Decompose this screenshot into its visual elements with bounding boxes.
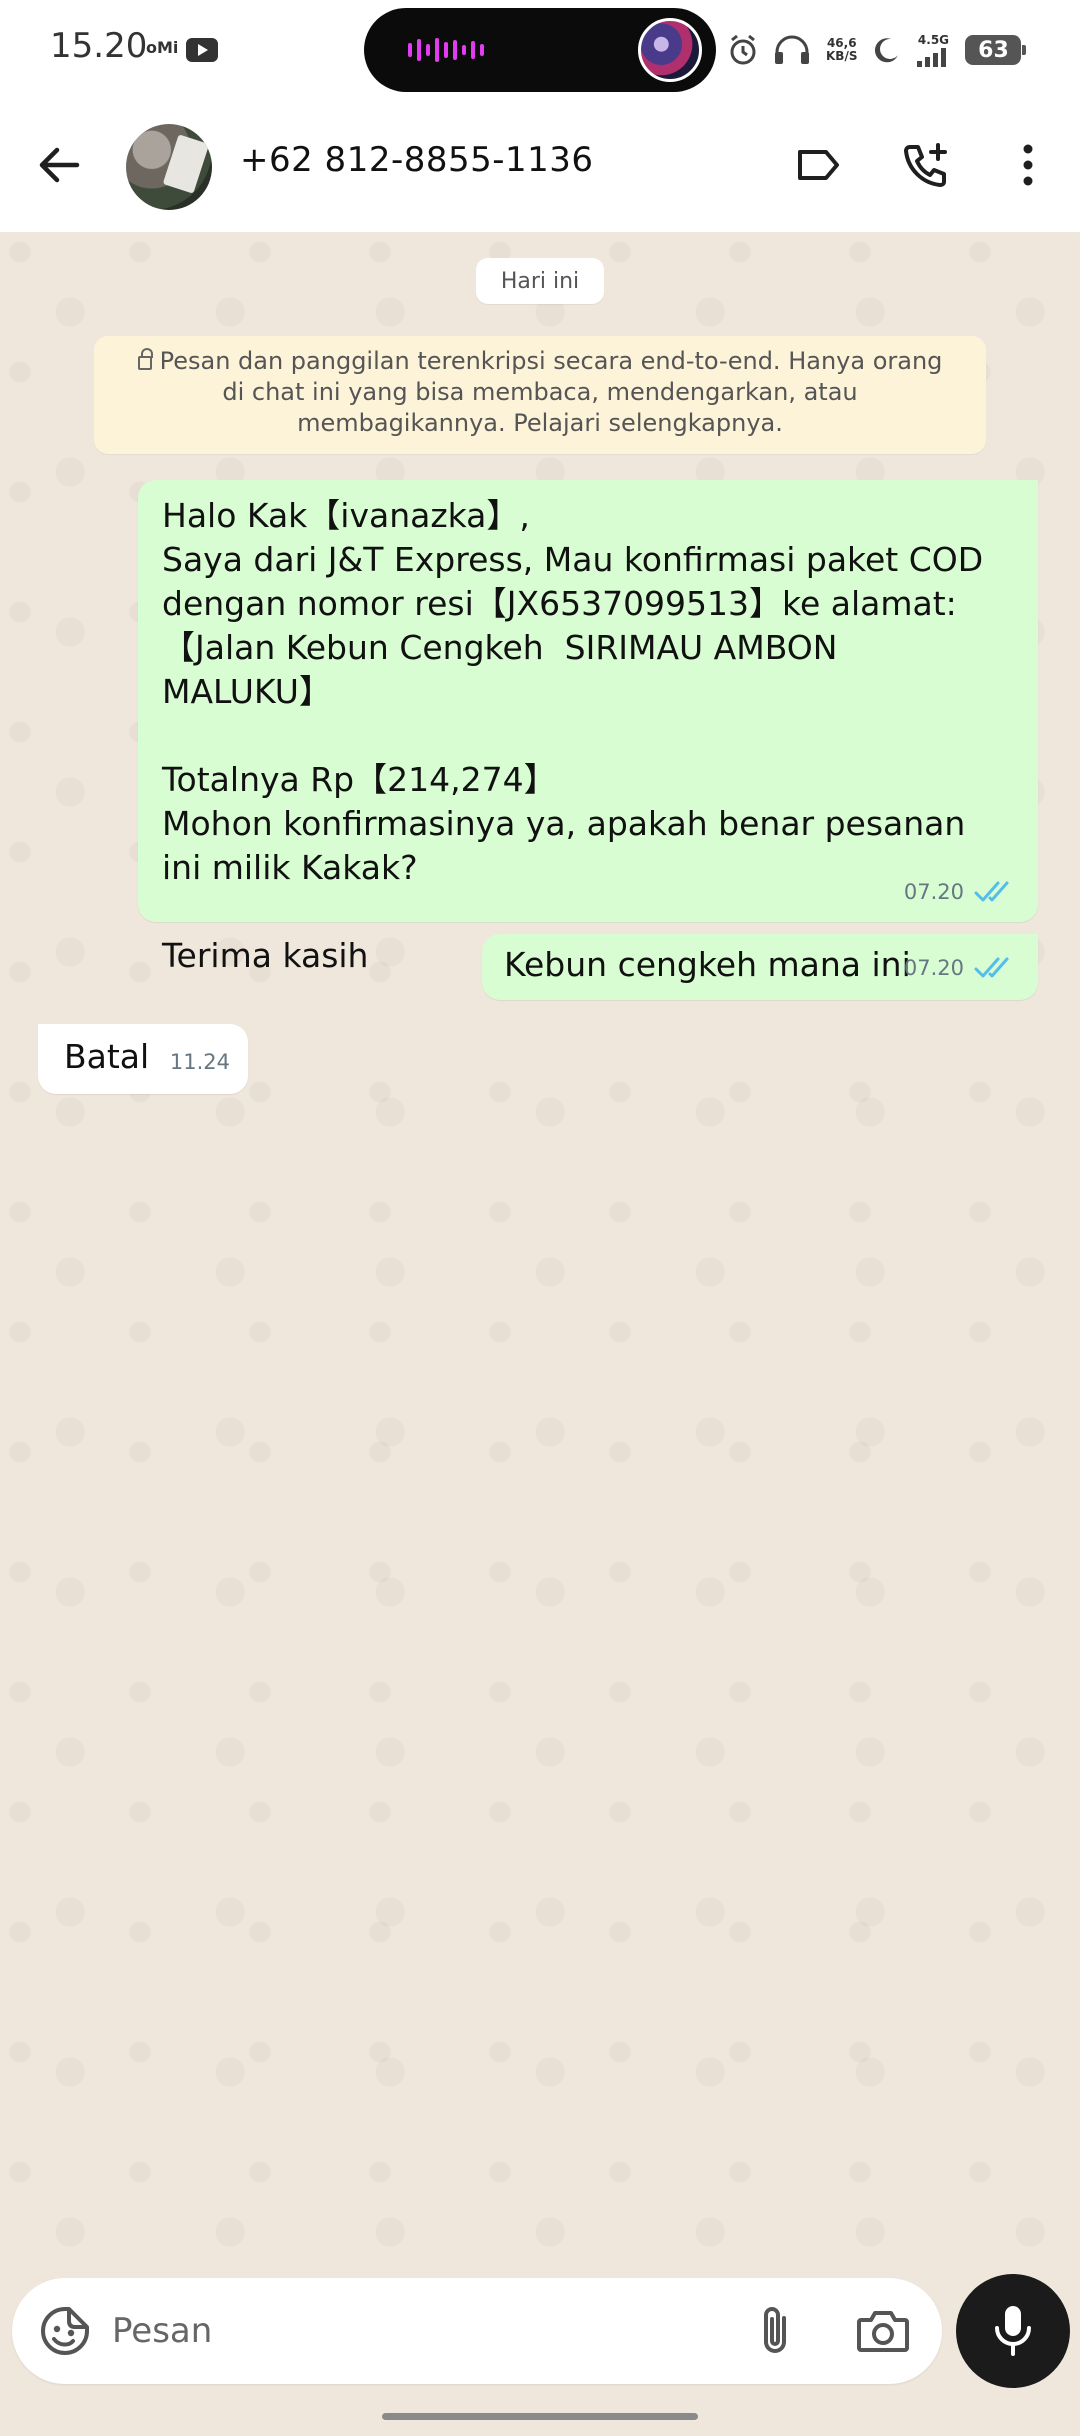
- battery-indicator: 63: [965, 35, 1027, 65]
- carrier-badge: oMi: [146, 38, 179, 57]
- message-input[interactable]: [112, 2302, 712, 2360]
- mic-icon: [995, 2306, 1031, 2356]
- add-call-icon: [904, 143, 947, 187]
- encryption-notice[interactable]: Pesan dan panggilan terenkripsi secara e…: [94, 336, 986, 454]
- status-icons: 46,6 KB/S 4.5G 63: [728, 30, 1027, 70]
- message-meta: 07.20: [904, 946, 1016, 990]
- message-meta: 07.20: [904, 870, 1016, 914]
- date-divider: Hari ini: [476, 258, 604, 304]
- camera-icon: [857, 2311, 909, 2352]
- back-arrow-icon: [39, 147, 80, 183]
- lock-icon: [137, 348, 153, 370]
- contact-avatar[interactable]: [126, 124, 212, 210]
- dynamic-island-media[interactable]: [364, 8, 716, 92]
- label-icon: [798, 150, 839, 180]
- alarm-icon: [730, 34, 756, 65]
- add-call-button[interactable]: [888, 130, 964, 200]
- chat-area[interactable]: Hari ini Pesan dan panggilan terenkripsi…: [0, 232, 1080, 2272]
- signal-indicator: 4.5G: [915, 32, 951, 67]
- chat-header: +62 812-8855-1136: [0, 100, 1080, 232]
- audio-wave-icon: [408, 38, 484, 62]
- message-time: 07.20: [903, 956, 964, 980]
- sticker-button[interactable]: [34, 2300, 96, 2362]
- message-composer: [12, 2278, 942, 2384]
- sticker-icon: [41, 2307, 89, 2355]
- moon-icon: [875, 38, 899, 63]
- status-bar: 15.20 oMi 46,6 KB/S 4.5G 63: [0, 0, 1080, 100]
- message-time: 07.20: [903, 880, 964, 904]
- headphones-icon: [775, 35, 809, 64]
- network-type: 4.5G: [917, 32, 950, 47]
- home-indicator[interactable]: [382, 2413, 698, 2420]
- message-text: Halo Kak【ivanazka】, Saya dari J&T Expres…: [162, 496, 984, 975]
- network-speed: 46,6 KB/S: [826, 37, 857, 63]
- message-bubble-incoming[interactable]: Batal 11.24: [38, 1024, 248, 1094]
- double-check-read-icon: [974, 957, 1009, 978]
- network-speed-unit: KB/S: [826, 49, 858, 63]
- label-button[interactable]: [780, 130, 856, 200]
- contact-name[interactable]: +62 812-8855-1136: [240, 140, 594, 180]
- more-options-button[interactable]: [1000, 130, 1056, 200]
- voice-message-button[interactable]: [956, 2274, 1070, 2388]
- attach-button[interactable]: [742, 2298, 808, 2364]
- message-time: 11.24: [169, 1050, 230, 1074]
- status-time: 15.20: [50, 26, 148, 66]
- encryption-notice-text: Pesan dan panggilan terenkripsi secara e…: [159, 347, 943, 437]
- attach-icon: [764, 2307, 786, 2353]
- back-button[interactable]: [24, 130, 94, 200]
- message-bubble-outgoing[interactable]: Halo Kak【ivanazka】, Saya dari J&T Expres…: [138, 480, 1038, 975]
- youtube-notification-icon: [186, 38, 218, 62]
- camera-button[interactable]: [848, 2298, 918, 2364]
- album-art-thumbnail: [638, 18, 702, 82]
- signal-bars-icon: [917, 47, 947, 67]
- double-check-read-icon: [974, 881, 1009, 902]
- more-vert-icon: [1023, 144, 1033, 186]
- message-bubble-outgoing[interactable]: Kebun cengkeh mana ini 07.20: [482, 934, 1038, 1000]
- message-meta: 11.24: [170, 1040, 230, 1084]
- message-text: Kebun cengkeh mana ini: [504, 945, 911, 984]
- message-text: Batal: [64, 1037, 150, 1076]
